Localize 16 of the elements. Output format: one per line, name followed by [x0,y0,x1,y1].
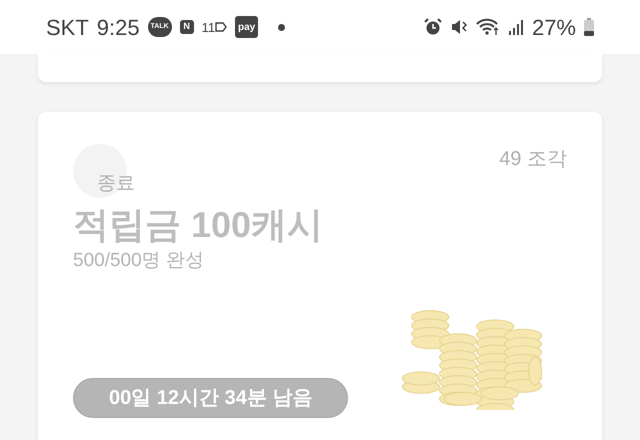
pieces-count: 49 조각 [499,147,567,172]
battery-icon [584,18,594,36]
time-remaining-badge: 00일 12시간 34분 남음 [73,378,348,418]
participants-label: 500/500명 완성 [73,249,205,273]
reward-title: 적립금 100캐시 [73,203,324,247]
wifi-icon [476,18,500,36]
notification-icon: N [180,20,194,34]
mute-icon [450,18,468,36]
battery-percent: 27% [532,14,576,42]
alarm-icon [424,18,442,36]
carrier-label: SKT [46,14,89,42]
pay-icon: pay [235,16,258,38]
status-label: 종료 [97,172,135,196]
signal-icon [508,18,524,36]
clock: 9:25 [96,14,140,42]
reward-card[interactable]: 종료 49 조각 적립금 100캐시 500/500명 완성 00일 12시간 34분 남음 [38,112,602,440]
